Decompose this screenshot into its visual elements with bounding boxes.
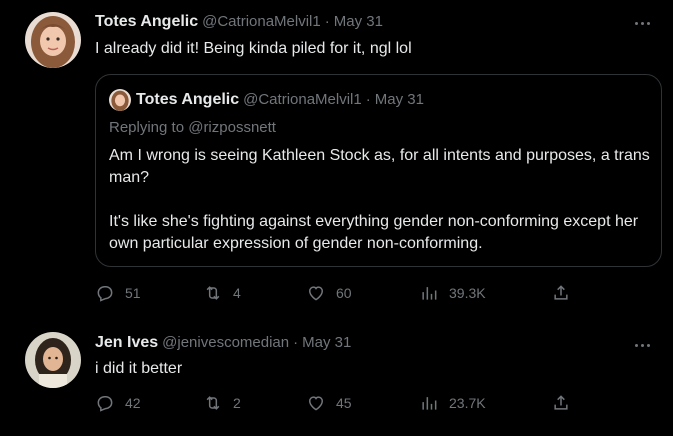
- author-name[interactable]: Jen Ives: [95, 334, 158, 352]
- author-handle[interactable]: @jenivescomedian: [162, 334, 289, 351]
- reply-count: 42: [125, 395, 141, 411]
- reply-count: 51: [125, 285, 141, 301]
- action-bar: 51 4 60 39.3K: [95, 283, 575, 307]
- quoted-tweet[interactable]: Totes Angelic @CatrionaMelvil1 · May 31 …: [95, 74, 662, 267]
- share-button[interactable]: [551, 283, 571, 303]
- avatar[interactable]: [25, 332, 81, 388]
- retweet-count: 2: [233, 395, 241, 411]
- heart-icon: [308, 396, 324, 411]
- author-name[interactable]: Totes Angelic: [95, 13, 198, 31]
- retweet-icon: [206, 286, 220, 300]
- share-icon: [554, 285, 568, 300]
- reply-icon: [97, 286, 113, 302]
- views-count: 23.7K: [449, 395, 486, 411]
- author-handle[interactable]: @CatrionaMelvil1: [202, 13, 321, 30]
- tweet-text: i did it better: [95, 360, 183, 377]
- quoted-paragraph: Am I wrong is seeing Kathleen Stock as, …: [109, 147, 650, 186]
- replying-to: Replying to @rizpossnett: [109, 119, 276, 136]
- action-bar: 42 2 45 23.7K: [95, 393, 575, 417]
- views-button[interactable]: 23.7K: [419, 393, 486, 413]
- views-icon: [422, 287, 437, 300]
- tweet-date[interactable]: May 31: [302, 334, 351, 351]
- tweet-text: I already did it! Being kinda piled for …: [95, 40, 412, 57]
- tweet[interactable]: Totes Angelic @CatrionaMelvil1 · May 31 …: [0, 0, 673, 322]
- retweet-count: 4: [233, 285, 241, 301]
- quoted-paragraph: It's like she's fighting against everyth…: [109, 213, 639, 252]
- tweet-date[interactable]: May 31: [334, 13, 383, 30]
- share-button[interactable]: [551, 393, 571, 413]
- quoted-header: Totes Angelic @CatrionaMelvil1 · May 31: [136, 91, 424, 109]
- retweet-button[interactable]: 4: [203, 283, 241, 303]
- more-icon[interactable]: [629, 12, 655, 34]
- tweet-header: Totes Angelic @CatrionaMelvil1 · May 31: [95, 13, 383, 31]
- like-count: 45: [336, 395, 352, 411]
- heart-icon: [308, 286, 324, 301]
- quoted-author-handle: @CatrionaMelvil1: [243, 91, 362, 108]
- avatar[interactable]: [25, 12, 81, 68]
- quoted-author-name: Totes Angelic: [136, 91, 240, 108]
- reply-button[interactable]: 42: [95, 393, 141, 413]
- views-count: 39.3K: [449, 285, 486, 301]
- views-icon: [422, 397, 437, 410]
- quoted-text: Am I wrong is seeing Kathleen Stock as, …: [109, 145, 654, 255]
- quoted-avatar: [109, 89, 131, 111]
- separator: ·: [293, 334, 299, 351]
- retweet-icon: [206, 396, 220, 410]
- like-button[interactable]: 60: [306, 283, 352, 303]
- like-button[interactable]: 45: [306, 393, 352, 413]
- reply-icon: [97, 396, 113, 412]
- share-icon: [554, 395, 568, 410]
- separator: ·: [365, 91, 371, 108]
- reply-button[interactable]: 51: [95, 283, 141, 303]
- tweet-header: Jen Ives @jenivescomedian · May 31: [95, 334, 351, 352]
- views-button[interactable]: 39.3K: [419, 283, 486, 303]
- quoted-date: May 31: [374, 91, 424, 108]
- retweet-button[interactable]: 2: [203, 393, 241, 413]
- separator: ·: [324, 13, 330, 30]
- tweet[interactable]: Jen Ives @jenivescomedian · May 31 i did…: [0, 322, 673, 436]
- like-count: 60: [336, 285, 352, 301]
- more-icon[interactable]: [629, 334, 655, 356]
